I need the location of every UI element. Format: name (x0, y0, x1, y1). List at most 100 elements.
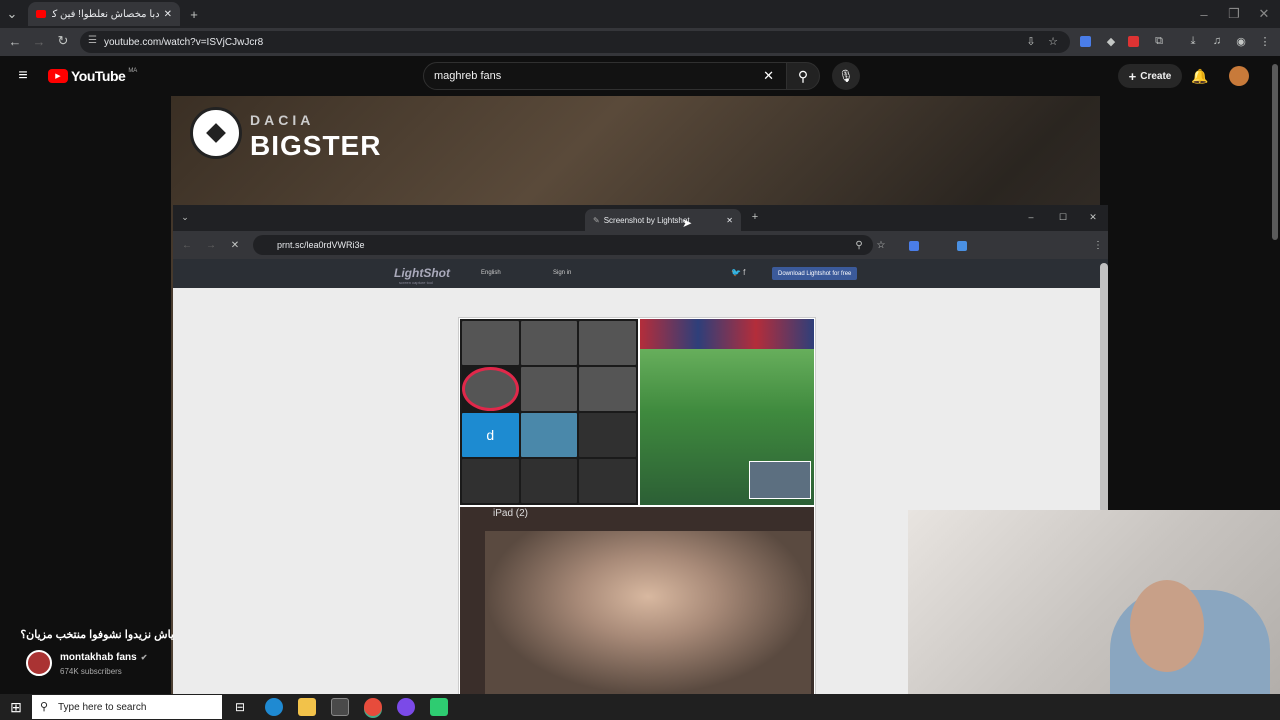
ipad-label: iPad (2) (493, 508, 529, 519)
reload-icon[interactable]: ↻ (56, 33, 70, 48)
page-scrollbar[interactable] (1272, 64, 1278, 240)
signin-link: Sign in (553, 270, 572, 276)
close-tab-icon[interactable]: ✕ (164, 9, 172, 20)
back-icon[interactable]: ← (8, 34, 22, 49)
sponsor-logo: DACIA BIGSTER (190, 107, 382, 161)
participant-placeholder-tile (579, 413, 636, 457)
verified-icon: ✔ (140, 653, 148, 662)
video-title: ياش نزيدوا نشوفوا منتخب مزيان؟ (20, 629, 174, 641)
channel-name[interactable]: montakhab fans ✔ (60, 652, 147, 663)
participant-tile (462, 321, 519, 365)
search-value: maghreb fans (434, 70, 502, 82)
restore-icon[interactable]: ❐ (1226, 6, 1242, 22)
media-controls-icon[interactable]: ♫ (1210, 34, 1224, 48)
lightshot-header (173, 259, 1108, 288)
bookmark-star-icon[interactable]: ☆ (1046, 34, 1060, 48)
minimize-icon[interactable]: – (1196, 6, 1212, 22)
soccer-ball-icon (190, 107, 242, 159)
picture-in-picture-tile (749, 461, 811, 499)
site-info-icon[interactable]: ☰ (88, 35, 97, 46)
create-label: Create (1140, 70, 1172, 82)
stadium-stands (640, 319, 814, 349)
translate-extension-icon[interactable] (1080, 36, 1091, 47)
extensions-puzzle-icon[interactable]: ⧉ (1152, 34, 1166, 48)
chrome-menu-icon[interactable]: ⋮ (1258, 34, 1272, 48)
address-bar[interactable]: ☰ youtube.com/watch?v=ISVjCJwJcr8 (80, 31, 1070, 53)
inner-zoom-icon: ⚲ (855, 239, 863, 251)
youtube-wordmark: YouTube (71, 68, 126, 84)
inner-translate-icon (909, 241, 919, 251)
brand-line2: BIGSTER (250, 130, 382, 161)
video-call-grid: d (460, 319, 638, 505)
clear-search-icon[interactable]: ✕ (763, 68, 774, 84)
participant-placeholder-tile (462, 459, 519, 503)
edge-icon[interactable] (265, 698, 283, 716)
tab-list-icon[interactable]: ⌄ (4, 6, 20, 22)
channel-name-text: montakhab fans (60, 652, 137, 663)
circled-participant-tile (462, 367, 519, 411)
mouse-cursor-icon: ➤ (682, 216, 693, 230)
inner-maximize-icon: ☐ (1058, 211, 1068, 222)
inner-url: prnt.sc/lea0rdVWRi3e (277, 240, 365, 250)
close-window-icon[interactable]: ✕ (1256, 6, 1272, 22)
participant-tile (520, 413, 578, 457)
download-lightshot-button: Download Lightshot for free (772, 267, 858, 280)
participant-placeholder-tile (520, 459, 578, 503)
search-button[interactable]: ⚲ (786, 62, 820, 90)
taskbar-search[interactable]: ⚲ Type here to search (32, 695, 222, 719)
app-icon[interactable] (430, 698, 448, 716)
inner-tab-list-icon: ⌄ (181, 211, 189, 222)
chrome-icon[interactable] (364, 698, 382, 716)
lightshot-favicon-icon: ✎ (593, 215, 600, 225)
participant-tile (579, 367, 636, 411)
install-app-icon[interactable]: ⇩ (1024, 34, 1038, 48)
inner-forward-icon: → (206, 239, 216, 251)
lightshot-tagline: screen capture tool (399, 280, 434, 285)
youtube-play-icon: ▶ (48, 69, 68, 83)
youtube-logo[interactable]: ▶ YouTube MA (48, 68, 137, 84)
participant-tile (520, 321, 578, 365)
hamburger-menu-icon[interactable]: ≡ (14, 67, 32, 84)
inner-close-window-icon: ✕ (1089, 211, 1097, 222)
language-link: English (481, 270, 501, 276)
file-explorer-icon[interactable] (298, 698, 316, 716)
red-extension-icon[interactable] (1128, 36, 1139, 47)
region-code: MA (128, 68, 138, 74)
channel-avatar[interactable] (26, 650, 52, 676)
downloads-icon[interactable]: ⤓ (1186, 34, 1200, 48)
ipad-person-image (485, 531, 811, 694)
profile-icon[interactable]: ◉ (1234, 34, 1248, 48)
participant-placeholder-tile (579, 459, 636, 503)
participant-initial-tile: d (462, 413, 519, 457)
inner-new-tab-icon: + (751, 211, 759, 223)
browser-tab[interactable]: دبا مخصاش نعلطوا! فين كان الـ ✕ (28, 2, 180, 26)
discord-icon[interactable] (397, 698, 415, 716)
subscriber-count: 674K subscribers (60, 667, 122, 676)
taskbar-search-icon: ⚲ (40, 701, 49, 713)
search-icon: ⚲ (797, 67, 809, 84)
new-tab-icon[interactable]: + (186, 6, 202, 22)
diamond-extension-icon[interactable]: ◆ (1104, 34, 1118, 48)
inner-address-bar: prnt.sc/lea0rdVWRi3e (253, 235, 873, 255)
create-button[interactable]: + Create (1118, 64, 1182, 88)
tab-title: دبا مخصاش نعلطوا! فين كان الـ (52, 8, 160, 20)
inner-extension-icon (957, 241, 967, 251)
participant-tile (579, 321, 636, 365)
inner-menu-icon: ⋮ (1093, 239, 1103, 251)
inner-tab: ✎ Screenshot by Lightshot ✕ (585, 209, 741, 231)
account-avatar[interactable] (1229, 66, 1249, 86)
store-icon[interactable] (331, 698, 349, 716)
inner-scrollbar (1100, 263, 1108, 513)
lightshot-logo: LightShot (394, 266, 450, 280)
forward-icon[interactable]: → (32, 34, 46, 49)
search-input[interactable]: maghreb fans ✕ (423, 62, 787, 90)
address-url: youtube.com/watch?v=ISVjCJwJcr8 (104, 36, 264, 48)
task-view-icon[interactable]: ⊟ (232, 699, 248, 715)
inner-minimize-icon: – (1028, 212, 1034, 222)
voice-search-button[interactable]: 🎙 (832, 62, 860, 90)
microphone-icon: 🎙 (838, 69, 854, 83)
windows-start-icon[interactable]: ⊞ (8, 699, 24, 715)
plus-icon: + (1128, 68, 1137, 84)
inner-close-tab-icon: ✕ (726, 215, 733, 225)
notifications-bell-icon[interactable]: 🔔 (1191, 68, 1208, 84)
